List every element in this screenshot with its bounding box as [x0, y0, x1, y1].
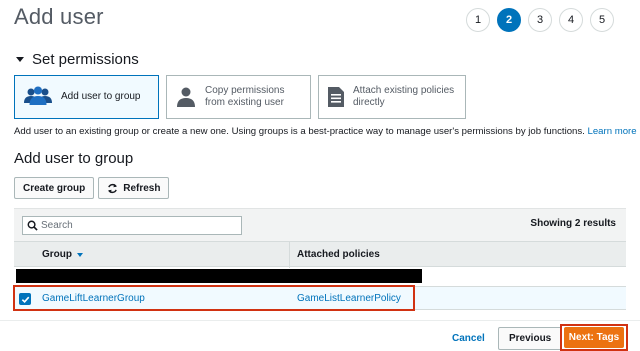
step-5[interactable]: 5 [590, 8, 614, 32]
set-permissions-label: Set permissions [32, 51, 139, 68]
step-4[interactable]: 4 [559, 8, 583, 32]
refresh-label: Refresh [123, 182, 161, 194]
option-copy-permissions[interactable]: Copy permissions from existing user [166, 75, 311, 119]
refresh-icon [107, 183, 118, 194]
user-icon [175, 86, 197, 108]
refresh-button[interactable]: Refresh [98, 177, 170, 199]
next-tags-button[interactable]: Next: Tags [564, 327, 624, 348]
table-header: Group Attached policies [14, 241, 626, 268]
column-divider [289, 242, 290, 268]
users-group-icon [23, 86, 53, 108]
create-group-label: Create group [23, 182, 86, 194]
option-label: Copy permissions from existing user [205, 85, 285, 108]
cancel-button[interactable]: Cancel [452, 333, 485, 344]
page-title: Add user [14, 4, 104, 29]
group-toolbar: Create group Refresh [14, 177, 170, 199]
search-placeholder: Search [41, 220, 73, 231]
add-user-to-group-title: Add user to group [14, 150, 134, 167]
results-count: Showing 2 results [530, 218, 616, 229]
sort-descending-icon [77, 252, 83, 257]
step-3[interactable]: 3 [528, 8, 552, 32]
option-attach-policies[interactable]: Attach existing policies directly [318, 75, 466, 119]
column-group-header[interactable]: Group [42, 249, 83, 260]
option-label: Attach existing policies directly [353, 85, 455, 108]
next-label: Next: Tags [568, 332, 620, 343]
create-group-button[interactable]: Create group [14, 177, 95, 199]
caret-down-icon [16, 57, 24, 62]
table-toolbar: Search Showing 2 results [14, 208, 626, 241]
column-policies-header[interactable]: Attached policies [297, 249, 380, 260]
search-icon [27, 220, 38, 231]
option-add-user-to-group[interactable]: Add user to group [14, 75, 159, 119]
step-1[interactable]: 1 [466, 8, 490, 32]
permission-options: Add user to group Copy permissions from … [14, 75, 473, 119]
search-input[interactable]: Search [22, 216, 242, 235]
previous-button[interactable]: Previous [498, 327, 563, 350]
document-icon [327, 86, 345, 108]
helper-text-line: Add user to an existing group or create … [14, 126, 637, 137]
row-highlight-box [13, 285, 415, 311]
helper-text: Add user to an existing group or create … [14, 126, 585, 137]
set-permissions-header[interactable]: Set permissions [16, 51, 139, 68]
previous-label: Previous [509, 333, 552, 344]
option-label: Add user to group [61, 91, 141, 102]
redacted-row [16, 269, 422, 283]
step-indicator: 1 2 3 4 5 [466, 8, 621, 32]
learn-more-link[interactable]: Learn more [588, 126, 637, 137]
column-group-label: Group [42, 249, 72, 260]
step-2-active[interactable]: 2 [497, 8, 521, 32]
footer-divider [0, 320, 640, 321]
